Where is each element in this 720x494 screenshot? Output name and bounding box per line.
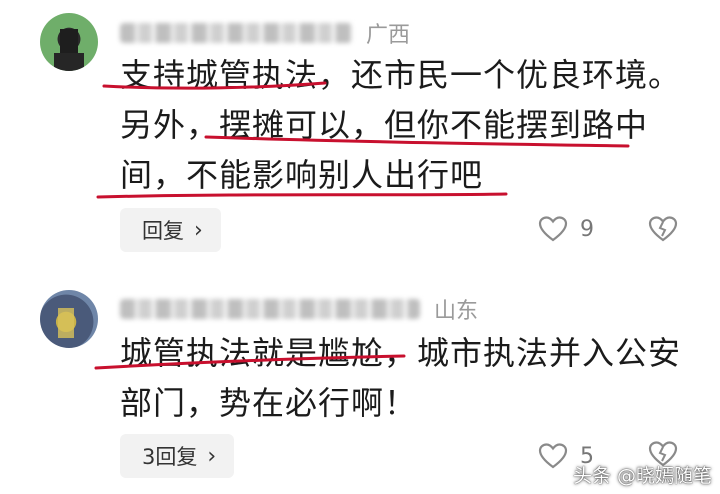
watermark-label: 头条 @晓嫣随笔	[572, 465, 712, 487]
avatar[interactable]	[40, 13, 98, 71]
reply-label: 回复	[142, 219, 184, 243]
avatar-figure-icon	[58, 308, 74, 338]
avatar[interactable]	[40, 290, 98, 348]
chevron-right-icon: ›	[194, 217, 203, 243]
comment-line: 城管执法就是尴尬，城市执法并入公安	[120, 334, 682, 372]
broken-heart-icon[interactable]	[648, 215, 678, 243]
heart-outline-icon	[538, 443, 568, 469]
region-label: 山东	[434, 299, 479, 324]
comment-meta: 山东	[120, 294, 478, 324]
reply-button[interactable]: 3回复 ›	[120, 434, 235, 478]
comment-meta: 广西	[120, 18, 410, 48]
region-label: 广西	[366, 23, 411, 48]
chevron-right-icon: ›	[207, 443, 217, 469]
like-count: 9	[580, 216, 594, 242]
comment-line: 间，不能影响别人出行吧	[120, 156, 484, 194]
reply-label: 3回复	[142, 445, 198, 469]
comment-line: 另外，摆摊可以，但你不能摆到路中	[120, 106, 649, 144]
username-blurred[interactable]	[120, 299, 420, 319]
reply-button[interactable]: 回复 ›	[120, 208, 221, 252]
username-blurred[interactable]	[120, 23, 352, 43]
like-button[interactable]: 9	[538, 215, 594, 243]
comment-line: 支持城管执法，还市民一个优良环境。	[120, 56, 682, 94]
heart-outline-icon	[538, 216, 568, 242]
comment-line: 部门，势在必行啊！	[120, 384, 418, 422]
avatar-figure-icon	[54, 29, 84, 71]
